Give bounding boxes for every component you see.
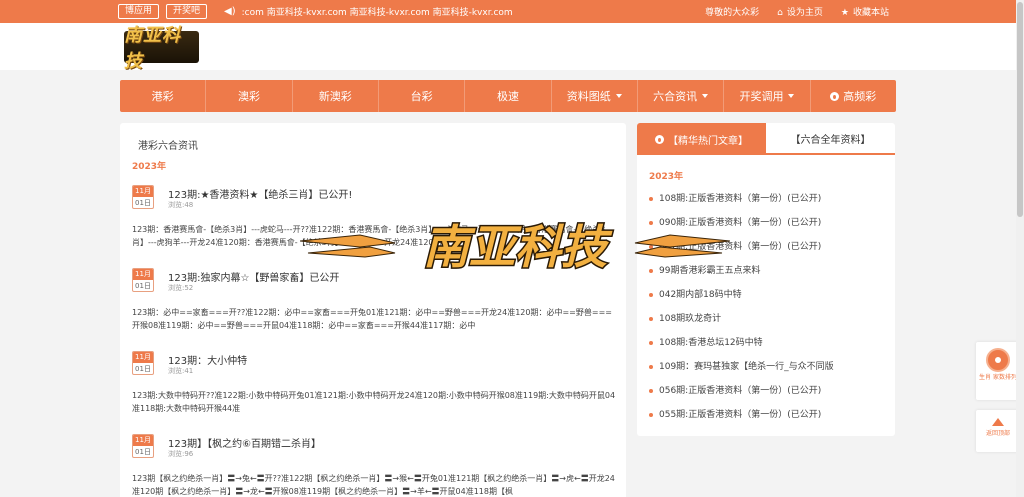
scrollbar-thumb[interactable] <box>1017 2 1023 217</box>
nav-label: 台彩 <box>410 90 433 103</box>
nav-label: 新澳彩 <box>318 90 352 103</box>
list-item[interactable]: 108期玖龙奇计 <box>649 307 889 331</box>
bookmark-link[interactable]: ★ 收藏本站 <box>841 5 889 18</box>
article-excerpt: 123期【枫之约绝杀一肖】〓→兔←〓开??准122期【枫之约绝杀一肖】〓→猴←〓… <box>132 474 615 496</box>
article-excerpt: 123期:大数中特码开??准122期:小数中特码开兔01准121期:小数中特码开… <box>132 391 616 413</box>
app-button[interactable]: 博应用 <box>118 4 160 19</box>
list-item[interactable]: 108期:正版香港资料（第一份）(已公开) <box>649 187 889 211</box>
back-top-label: 返回顶部 <box>985 430 1010 437</box>
nav-item-hk[interactable]: 港彩 <box>120 80 207 112</box>
nav-label: 开奖调用 <box>739 90 784 103</box>
back-to-top-button[interactable]: 返回顶部 <box>976 410 1020 452</box>
top-links: 尊敬的大众彩 ⌂ 设为主页 ★ 收藏本站 <box>705 0 889 23</box>
article-views: 浏览:96 <box>168 450 194 458</box>
sidebar-tabs: 【精华热门文章】 【六合全年资料】 <box>637 123 895 155</box>
list-item[interactable]: 055期:正版香港资料（第一份）(已公开) <box>649 403 889 427</box>
article-title[interactable]: 123期：大小仲特 <box>168 352 247 367</box>
article-title[interactable]: 123期】【枫之约⑥百期错二杀肖】 <box>168 435 321 450</box>
speaker-icon: ◀) <box>224 6 236 17</box>
date-month: 11月 <box>133 435 153 446</box>
page-scrollbar[interactable] <box>1016 0 1024 497</box>
tab-annual-data[interactable]: 【六合全年资料】 <box>766 123 895 155</box>
logo-text: 南亚科技 <box>124 25 199 72</box>
bookmark-label: 收藏本站 <box>852 8 889 18</box>
tab-hot-articles[interactable]: 【精华热门文章】 <box>637 123 766 155</box>
nav-label: 六合资讯 <box>653 90 698 103</box>
nav-item-charts[interactable]: 资料图纸 <box>552 80 638 112</box>
nav-item-draw-api[interactable]: 开奖调用 <box>724 80 811 112</box>
announcement-marquee[interactable]: :com 南亚科技-kvxr.com 南亚科技-kvxr.com 南亚科技-kv… <box>242 5 513 18</box>
home-icon: ⌂ <box>777 8 783 18</box>
wheel-icon <box>986 348 1010 372</box>
star-icon: ★ <box>840 8 849 18</box>
nav-label: 澳彩 <box>237 90 260 103</box>
article-panel: 港彩六合资讯 2023年 11月 01日 123期:★香港资料★【绝杀三肖】已公… <box>120 123 626 497</box>
list-item[interactable]: 108期:香港总坛12码中特 <box>649 331 889 355</box>
article-title[interactable]: 123期:★香港资料★【绝杀三肖】已公开! <box>168 186 352 201</box>
watermark-text: 南亚科技 <box>423 220 613 274</box>
nav-label: 极速 <box>496 90 519 103</box>
nav-item-taiwan[interactable]: 台彩 <box>379 80 466 112</box>
main-nav: 港彩 澳彩 新澳彩 台彩 极速 资料图纸 六合资讯 开奖调用 高频彩 <box>120 80 896 112</box>
nav-item-macau[interactable]: 澳彩 <box>206 80 293 112</box>
date-day: 01日 <box>135 448 151 456</box>
site-logo[interactable]: 南亚科技 <box>124 25 199 72</box>
date-day: 01日 <box>135 282 151 290</box>
chevron-down-icon <box>702 94 709 98</box>
nav-item-high-freq[interactable]: 高频彩 <box>811 80 896 112</box>
list-item[interactable]: 109期：赛玛甚独家【绝杀一行_与众不同版 <box>649 355 889 379</box>
nav-label: 港彩 <box>151 90 174 103</box>
set-home-link[interactable]: ⌂ 设为主页 <box>777 5 823 18</box>
lottery-button[interactable]: 开奖吧 <box>166 4 208 19</box>
site-header: 南亚科技 <box>0 23 1024 72</box>
year-label: 2023年 <box>649 172 684 182</box>
year-label: 2023年 <box>132 162 167 172</box>
fire-icon <box>655 134 664 144</box>
set-home-label: 设为主页 <box>786 8 823 18</box>
article-views: 浏览:52 <box>168 284 194 292</box>
date-month: 11月 <box>133 269 153 280</box>
nav-label: 资料图纸 <box>566 90 611 103</box>
zodiac-widget[interactable]: 生肖 家数排列 <box>976 342 1020 400</box>
nav-item-fast[interactable]: 极速 <box>465 80 552 112</box>
date-badge: 11月 01日 <box>132 434 154 458</box>
date-badge: 11月 01日 <box>132 268 154 292</box>
date-day: 01日 <box>135 365 151 373</box>
article-views: 浏览:48 <box>168 201 194 209</box>
date-month: 11月 <box>133 186 153 197</box>
date-badge: 11月 01日 <box>132 351 154 375</box>
list-item[interactable]: 056期:正版香港资料（第一份）(已公开) <box>649 379 889 403</box>
date-day: 01日 <box>135 199 151 207</box>
nav-item-news[interactable]: 六合资讯 <box>638 80 725 112</box>
watermark-logo: 南亚科技 <box>300 219 730 276</box>
tab-label: 【精华热门文章】 <box>668 135 748 147</box>
list-item[interactable]: 042期内部18码中特 <box>649 283 889 307</box>
chevron-down-icon <box>788 94 795 98</box>
zodiac-label: 生肖 家数排列 <box>979 374 1017 381</box>
top-bar: 博应用 开奖吧 ◀) :com 南亚科技-kvxr.com 南亚科技-kvxr.… <box>0 0 1024 23</box>
arrow-up-icon <box>992 418 1004 426</box>
greeting-text: 尊敬的大众彩 <box>705 8 760 18</box>
chevron-down-icon <box>615 94 622 98</box>
article-excerpt: 123期：必中==家畜===开??准122期：必中==家畜===开兔01准121… <box>132 308 612 330</box>
date-month: 11月 <box>133 352 153 363</box>
panel-title: 港彩六合资讯 <box>138 141 198 152</box>
date-badge: 11月 01日 <box>132 185 154 209</box>
tab-label: 【六合全年资料】 <box>790 134 871 146</box>
nav-item-new-macau[interactable]: 新澳彩 <box>293 80 379 112</box>
fire-icon <box>830 91 840 101</box>
nav-label: 高频彩 <box>843 90 877 103</box>
article-views: 浏览:41 <box>168 367 194 375</box>
